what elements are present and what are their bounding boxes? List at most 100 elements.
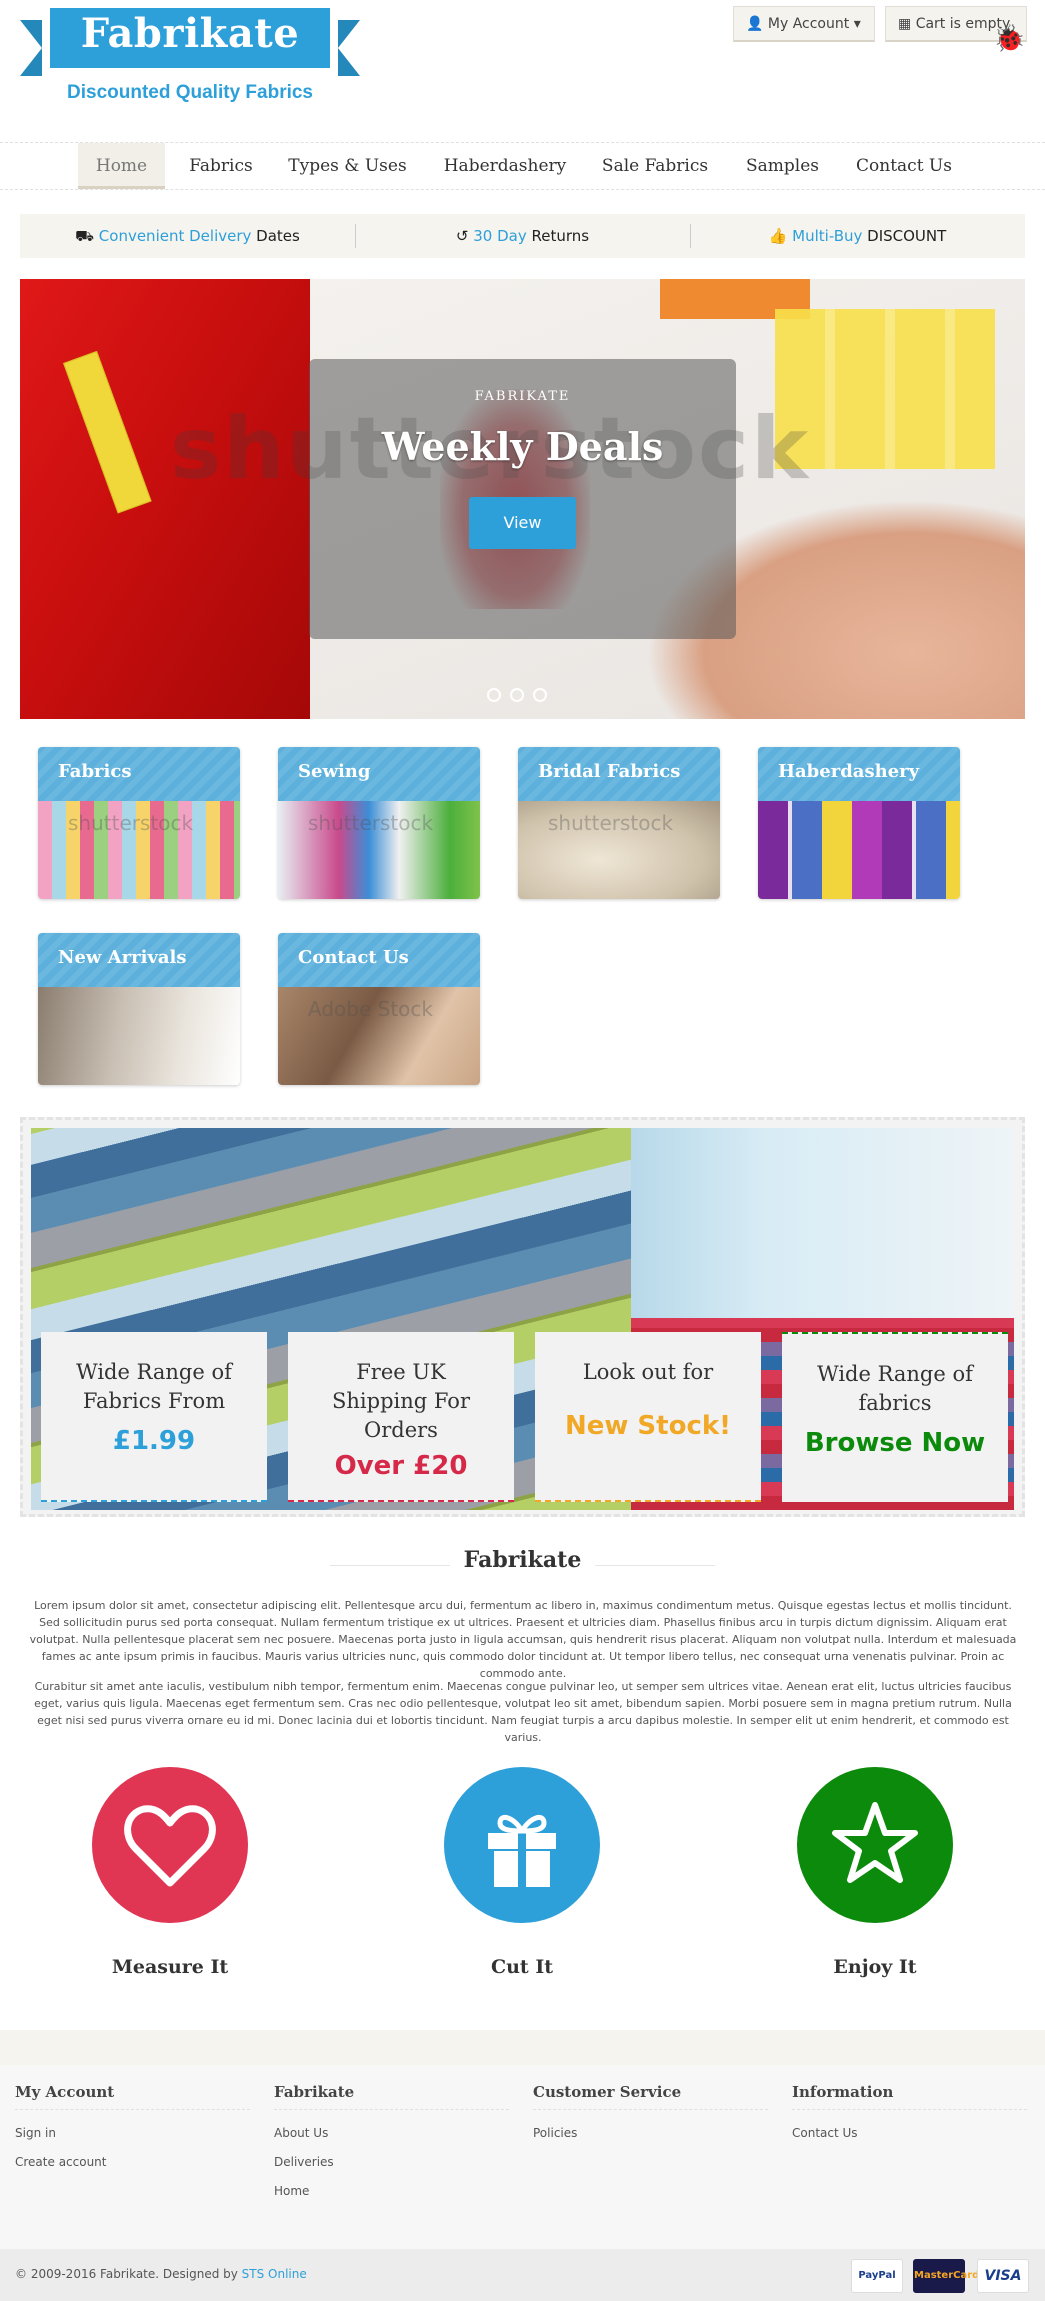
- tile-label: Fabrics: [58, 761, 132, 782]
- footer-link-home[interactable]: Home: [274, 2184, 509, 2198]
- star-icon: [832, 1802, 918, 1883]
- mastercard-logo: MasterCard: [913, 2259, 979, 2293]
- usp-delivery-highlight: Convenient Delivery: [98, 227, 252, 245]
- promo-line: Orders: [364, 1418, 438, 1442]
- bug-icon[interactable]: 🐞: [993, 24, 1025, 54]
- usp-delivery-text: Dates: [256, 227, 300, 245]
- slider-dot-3[interactable]: [533, 688, 547, 702]
- footer-link-about-us[interactable]: About Us: [274, 2126, 509, 2140]
- ribbon-tail-right: [338, 20, 360, 76]
- promo-highlight: £1.99: [112, 1426, 196, 1456]
- slider-dots: [487, 688, 557, 704]
- hero-slider[interactable]: shutterstock FABRIKATE Weekly Deals View: [20, 279, 1025, 719]
- tile-label: New Arrivals: [58, 947, 187, 968]
- tile-image: [758, 801, 960, 899]
- tile-image: [38, 987, 240, 1085]
- measure-circle[interactable]: [92, 1767, 248, 1923]
- tile-watermark: shutterstock: [548, 811, 674, 835]
- about-paragraph-1: Lorem ipsum dolor sit amet, consectetur …: [29, 1599, 1017, 1680]
- truck-icon: ⛟: [75, 227, 95, 245]
- tile-label: Haberdashery: [778, 761, 920, 782]
- footer-col-information: Information Contact Us: [792, 2083, 1027, 2155]
- slider-dot-1[interactable]: [487, 688, 501, 702]
- step-label-measure: Measure It: [111, 1956, 229, 1978]
- promo-banner: Wide Range of Fabrics From £1.99 Free UK…: [20, 1117, 1025, 1517]
- ribbon-tail-left: [20, 20, 42, 76]
- promo-line: Look out for: [582, 1360, 714, 1384]
- usp-discount-text: DISCOUNT: [867, 227, 947, 245]
- footer-heading: Fabrikate: [274, 2083, 509, 2110]
- caret-down-icon: ▾: [853, 16, 861, 32]
- promo-line: Wide Range of: [76, 1360, 232, 1384]
- copyright-text: © 2009-2016 Fabrikate. Designed by: [15, 2267, 242, 2281]
- footer-link-sign-in[interactable]: Sign in: [15, 2126, 250, 2140]
- promo-browse-now[interactable]: Wide Range of fabrics Browse Now: [782, 1332, 1008, 1502]
- category-tile-fabrics[interactable]: Fabrics shutterstock: [38, 747, 240, 899]
- footer: My Account Sign in Create account Fabrik…: [0, 2065, 1045, 2249]
- promo-line: fabrics: [858, 1391, 932, 1415]
- usp-discount: 👍 Multi-Buy DISCOUNT: [690, 214, 1025, 258]
- promo-free-shipping[interactable]: Free UK Shipping For Orders Over £20: [288, 1332, 514, 1502]
- category-tile-haberdashery[interactable]: Haberdashery: [758, 747, 960, 899]
- hero-kicker: FABRIKATE: [474, 389, 571, 404]
- cart-icon: ▦: [898, 16, 912, 32]
- logo[interactable]: Fabrikate: [20, 8, 360, 76]
- promo-new-stock[interactable]: Look out for New Stock!: [535, 1332, 761, 1502]
- nav-item-haberdashery[interactable]: Haberdashery: [432, 143, 578, 189]
- footer-link-policies[interactable]: Policies: [533, 2126, 768, 2140]
- copyright: © 2009-2016 Fabrikate. Designed by STS O…: [15, 2267, 307, 2281]
- usp-discount-highlight: Multi-Buy: [792, 227, 863, 245]
- designer-link[interactable]: STS Online: [242, 2267, 307, 2281]
- my-account-button[interactable]: 👤 My Account ▾: [733, 6, 875, 42]
- about-paragraph-2: Curabitur sit amet ante iaculis, vestibu…: [34, 1680, 1012, 1744]
- step-label-cut: Cut It: [491, 1956, 553, 1978]
- usp-delivery: ⛟ Convenient Delivery Dates: [20, 214, 355, 258]
- gift-icon: [488, 1814, 556, 1887]
- category-tile-sewing[interactable]: Sewing shutterstock: [278, 747, 480, 899]
- promo-line: Free UK: [356, 1360, 446, 1384]
- nav-item-samples[interactable]: Samples: [731, 143, 834, 189]
- promo-highlight: Over £20: [334, 1451, 468, 1481]
- promo-highlight: Browse Now: [804, 1428, 986, 1458]
- step-label-enjoy: Enjoy It: [833, 1956, 917, 1978]
- footer-heading: Customer Service: [533, 2083, 768, 2110]
- nav-item-home[interactable]: Home: [78, 143, 165, 189]
- about-title: Fabrikate: [463, 1547, 582, 1573]
- logo-title: Fabrikate: [80, 10, 300, 57]
- nav-item-sale-fabrics[interactable]: Sale Fabrics: [594, 143, 716, 189]
- hero-title: Weekly Deals: [381, 424, 664, 469]
- promo-line: Fabrics From: [82, 1389, 226, 1413]
- hero-red-cloth: [20, 279, 310, 719]
- category-tile-new-arrivals[interactable]: New Arrivals: [38, 933, 240, 1085]
- usp-returns: ↺ 30 Day Returns: [355, 214, 690, 258]
- thumbs-up-icon: 👍: [768, 227, 788, 245]
- undo-icon: ↺: [455, 227, 469, 245]
- paypal-logo: PayPal: [851, 2259, 903, 2293]
- nav-item-contact-us[interactable]: Contact Us: [848, 143, 960, 189]
- promo-line: Shipping For: [332, 1389, 470, 1413]
- hero-caption: FABRIKATE Weekly Deals View: [309, 359, 736, 639]
- footer-link-contact-us[interactable]: Contact Us: [792, 2126, 1027, 2140]
- nav-item-fabrics[interactable]: Fabrics: [178, 143, 264, 189]
- slider-dot-2[interactable]: [510, 688, 524, 702]
- hero-view-button[interactable]: View: [469, 497, 576, 549]
- cut-circle[interactable]: [444, 1767, 600, 1923]
- footer-col-customer-service: Customer Service Policies: [533, 2083, 768, 2155]
- footer-col-fabrikate: Fabrikate About Us Deliveries Home: [274, 2083, 509, 2213]
- usp-bar: ⛟ Convenient Delivery Dates ↺ 30 Day Ret…: [20, 214, 1025, 258]
- footer-strip: [0, 2030, 1045, 2065]
- nav-item-types-uses[interactable]: Types & Uses: [280, 143, 415, 189]
- tile-watermark: shutterstock: [308, 811, 434, 835]
- visa-logo: VISA: [977, 2259, 1029, 2293]
- tile-label: Sewing: [298, 761, 371, 782]
- enjoy-circle[interactable]: [797, 1767, 953, 1923]
- logo-subtitle: Discounted Quality Fabrics: [67, 82, 313, 103]
- tile-label: Contact Us: [298, 947, 409, 968]
- category-tile-bridal-fabrics[interactable]: Bridal Fabrics shutterstock: [518, 747, 720, 899]
- category-tile-contact-us[interactable]: Contact Us Adobe Stock: [278, 933, 480, 1085]
- footer-link-deliveries[interactable]: Deliveries: [274, 2155, 509, 2169]
- promo-price[interactable]: Wide Range of Fabrics From £1.99: [41, 1332, 267, 1502]
- footer-link-create-account[interactable]: Create account: [15, 2155, 250, 2169]
- footer-heading: Information: [792, 2083, 1027, 2110]
- promo-highlight: New Stock!: [564, 1411, 732, 1441]
